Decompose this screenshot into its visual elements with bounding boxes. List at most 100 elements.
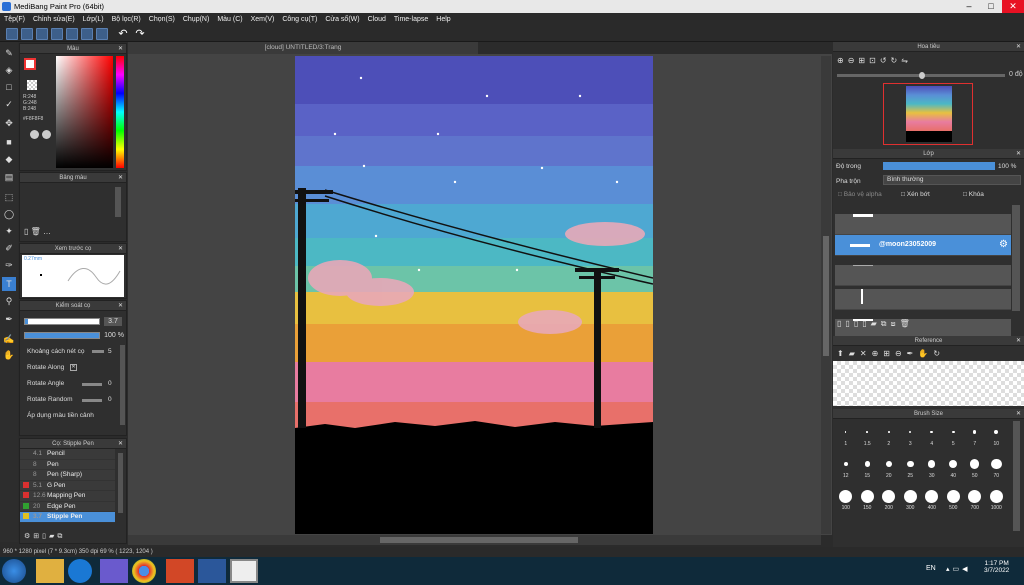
- reference-canvas[interactable]: [833, 361, 1024, 406]
- zoom-in-icon[interactable]: ⊕: [872, 349, 884, 358]
- brush-size-option[interactable]: 400: [921, 485, 943, 517]
- start-button[interactable]: [2, 559, 26, 583]
- flip-icon[interactable]: ⇋: [901, 56, 912, 65]
- canvas-vertical-scrollbar[interactable]: [821, 56, 831, 534]
- canvas-tab[interactable]: [cloud] UNTITLED/3:Trang: [128, 42, 478, 54]
- medibang-taskbar-icon[interactable]: [230, 559, 258, 583]
- layer-row[interactable]: [835, 265, 1011, 286]
- protect-alpha-option[interactable]: □ Bảo vệ alpha: [838, 191, 882, 198]
- color-wheel-icon[interactable]: [42, 130, 51, 139]
- brush-size-option[interactable]: 700: [964, 485, 986, 517]
- close-icon[interactable]: ✕: [1016, 409, 1021, 419]
- zoom-out-icon[interactable]: ⊖: [848, 56, 859, 65]
- menu-item[interactable]: Tệp(F): [0, 13, 29, 26]
- layer-opacity-slider[interactable]: [883, 162, 995, 170]
- hand-icon[interactable]: ✋: [918, 349, 933, 358]
- canvas-horizontal-scrollbar[interactable]: [128, 535, 821, 545]
- brush-size-slider[interactable]: [24, 318, 100, 325]
- menu-item[interactable]: Cloud: [364, 13, 390, 26]
- menu-item[interactable]: Chỉnh sửa(E): [29, 13, 79, 26]
- layer-scrollbar[interactable]: [1012, 205, 1020, 311]
- lock-option[interactable]: □ Khóa: [963, 191, 984, 198]
- brush-size-option[interactable]: 70: [986, 453, 1008, 485]
- rotate-left-icon[interactable]: ↺: [880, 56, 891, 65]
- brush-size-option[interactable]: 30: [921, 453, 943, 485]
- duplicate-layer-icon[interactable]: ⧉: [881, 319, 891, 328]
- hue-slider[interactable]: [116, 56, 124, 168]
- gradient-tool-icon[interactable]: ▤: [2, 170, 16, 184]
- brush-size-option[interactable]: 12: [835, 453, 857, 485]
- duplicate-icon[interactable]: ⧉: [57, 533, 65, 540]
- clock[interactable]: 1:17 PM 3/7/2022: [984, 560, 1009, 574]
- layer-row[interactable]: [835, 214, 1011, 235]
- menu-item[interactable]: Time-lapse: [390, 13, 432, 26]
- toolbar-button-6[interactable]: [81, 28, 93, 40]
- menu-item[interactable]: Lớp(L): [79, 13, 108, 26]
- language-indicator[interactable]: EN: [926, 565, 936, 572]
- brush-size-option[interactable]: 7: [964, 421, 986, 453]
- brush-size-value[interactable]: 3.7: [104, 317, 122, 326]
- add-1bit-icon[interactable]: ▯: [862, 319, 870, 328]
- merge-layer-icon[interactable]: ⧈: [891, 319, 900, 328]
- move-tool-icon[interactable]: ✥: [2, 116, 16, 130]
- brush-size-scrollbar[interactable]: [1013, 421, 1020, 531]
- brush-size-option[interactable]: 4: [921, 421, 943, 453]
- brush-opacity-slider[interactable]: [24, 332, 100, 339]
- brush-control-scrollbar[interactable]: [120, 345, 125, 425]
- delete-layer-icon[interactable]: 🗑: [900, 319, 914, 328]
- internet-explorer-icon[interactable]: [68, 559, 92, 583]
- brush-list-scrollbar[interactable]: [118, 453, 123, 513]
- fill-rect-tool-icon[interactable]: ■: [2, 135, 16, 149]
- eyedropper-icon[interactable]: ✒: [2, 312, 16, 326]
- add-brush-icon[interactable]: ⊞: [33, 533, 42, 540]
- navigator-viewport[interactable]: [883, 83, 973, 145]
- actual-size-icon[interactable]: ⊡: [869, 56, 880, 65]
- volume-icon[interactable]: ◀: [962, 566, 970, 573]
- minimize-button[interactable]: –: [958, 0, 980, 13]
- operation-tool-icon[interactable]: ⚲: [2, 294, 16, 308]
- layer-row[interactable]: [835, 289, 1011, 310]
- close-icon[interactable]: ✕: [118, 301, 123, 311]
- more-icon[interactable]: …: [43, 227, 51, 236]
- close-icon[interactable]: ✕: [1016, 149, 1021, 159]
- spacing-slider[interactable]: [92, 350, 104, 353]
- brush-size-option[interactable]: 5: [943, 421, 965, 453]
- layer-settings-icon[interactable]: ⚙: [999, 239, 1008, 250]
- close-icon[interactable]: ✕: [1016, 336, 1021, 346]
- menu-item[interactable]: Công cụ(T): [278, 13, 321, 26]
- foreground-color-swatch[interactable]: [24, 58, 36, 70]
- brush-size-option[interactable]: 15: [857, 453, 879, 485]
- chrome-icon[interactable]: [132, 559, 156, 583]
- artwork-canvas[interactable]: [295, 56, 653, 534]
- dot-tool-icon[interactable]: ✓: [2, 97, 16, 111]
- close-icon[interactable]: ✕: [118, 44, 123, 54]
- new-palette-icon[interactable]: ▯: [24, 227, 28, 236]
- brush-list-item[interactable]: 12.6Mapping Pen: [20, 491, 115, 502]
- brush-size-option[interactable]: 500: [943, 485, 965, 517]
- toolbar-button-7[interactable]: [96, 28, 108, 40]
- toolbar-button-1[interactable]: [6, 28, 18, 40]
- close-ref-icon[interactable]: ✕: [860, 349, 872, 358]
- add-8bit-icon[interactable]: ▯: [854, 319, 862, 328]
- fit-icon[interactable]: ⊞: [858, 56, 869, 65]
- rotate-along-checkbox[interactable]: ✕: [70, 364, 77, 371]
- maximize-button[interactable]: □: [980, 0, 1002, 13]
- redo-icon[interactable]: ↷: [133, 27, 147, 41]
- delete-palette-icon[interactable]: 🗑: [31, 227, 41, 236]
- open-icon[interactable]: ▰: [849, 349, 860, 358]
- blend-mode-select[interactable]: Bình thường: [883, 175, 1021, 185]
- brush-list-item[interactable]: 8 Pen: [20, 459, 115, 470]
- powerpoint-icon[interactable]: [166, 559, 194, 583]
- magic-wand-icon[interactable]: ✦: [2, 224, 16, 238]
- media-player-icon[interactable]: [100, 559, 128, 583]
- rotate-icon[interactable]: ↻: [933, 349, 945, 358]
- upload-icon[interactable]: ⬆: [837, 349, 849, 358]
- brush-size-option[interactable]: 20: [878, 453, 900, 485]
- brush-list-item[interactable]: 5.1 G Pen: [20, 480, 115, 491]
- select-pen-icon[interactable]: ✐: [2, 241, 16, 255]
- folder-icon[interactable]: ▰: [871, 319, 881, 328]
- menu-item[interactable]: Cửa sổ(W): [321, 13, 363, 26]
- brush-size-option[interactable]: 300: [900, 485, 922, 517]
- menu-item[interactable]: Bộ lọc(R): [108, 13, 145, 26]
- close-icon[interactable]: ✕: [118, 439, 123, 449]
